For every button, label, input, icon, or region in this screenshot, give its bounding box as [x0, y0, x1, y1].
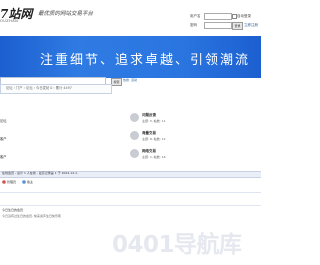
forum-left-1[interactable]: 论坛 [0, 118, 7, 123]
site-slogan: 最优质的网站交易平台 [38, 11, 94, 17]
remember-label: 自动登录 [237, 14, 251, 18]
search-button[interactable]: 搜索 [111, 78, 122, 86]
admin-icon [2, 180, 6, 184]
birthday-text: 今日没有过生日的会员, 快来说声生日快乐吧 [2, 214, 61, 218]
forum-left-2[interactable]: 客户 [0, 136, 7, 141]
password-input[interactable] [204, 22, 232, 29]
watermark-logo: 0401导航库 [112, 232, 242, 258]
username-input[interactable] [204, 13, 232, 20]
online-stats-text[interactable]: 在线会员 - 总计 1 人在线 - 最高记录是 1 于 2024-12-1. [2, 171, 78, 175]
banner-slogan: 注重细节、追求卓越、引领潮流 [39, 53, 250, 68]
legend-admin: 管理员 [7, 180, 17, 184]
hot-search-link[interactable]: 热搜: 活动 [123, 78, 137, 82]
forum-name-1[interactable]: 问题反馈 [142, 113, 156, 118]
forum-stats-2: 主题: 8, 帖数: 12 [142, 137, 166, 141]
password-label: 密码 [190, 23, 197, 27]
divider [0, 205, 261, 206]
login-button[interactable]: 登录 [232, 22, 243, 30]
forum-icon [130, 131, 139, 140]
breadcrumb[interactable]: 论坛 › 门户 › 论坛 › 今日发帖 0 › 累计 4497 [6, 85, 72, 90]
forum-left-3[interactable]: 客户 [0, 154, 7, 159]
forum-name-3[interactable]: 网络交易 [142, 149, 156, 154]
forum-icon [130, 113, 139, 122]
forum-name-2[interactable]: 海量交易 [142, 131, 156, 136]
site-logo-subtitle: OUZHAN [0, 19, 19, 23]
forum-stats-3: 主题: 1, 帖数: 16 [142, 155, 166, 159]
birthday-title: 今日生日的会员 [2, 208, 24, 212]
moderator-icon [22, 180, 26, 184]
username-label: 用户名 [190, 14, 201, 18]
legend-moderator: 版主 [27, 180, 34, 184]
divider [0, 192, 261, 193]
forum-icon [130, 149, 139, 158]
forum-stats-1: 主题: 5, 帖数: 11 [142, 119, 166, 123]
register-link[interactable]: 立即注册 [244, 23, 258, 28]
